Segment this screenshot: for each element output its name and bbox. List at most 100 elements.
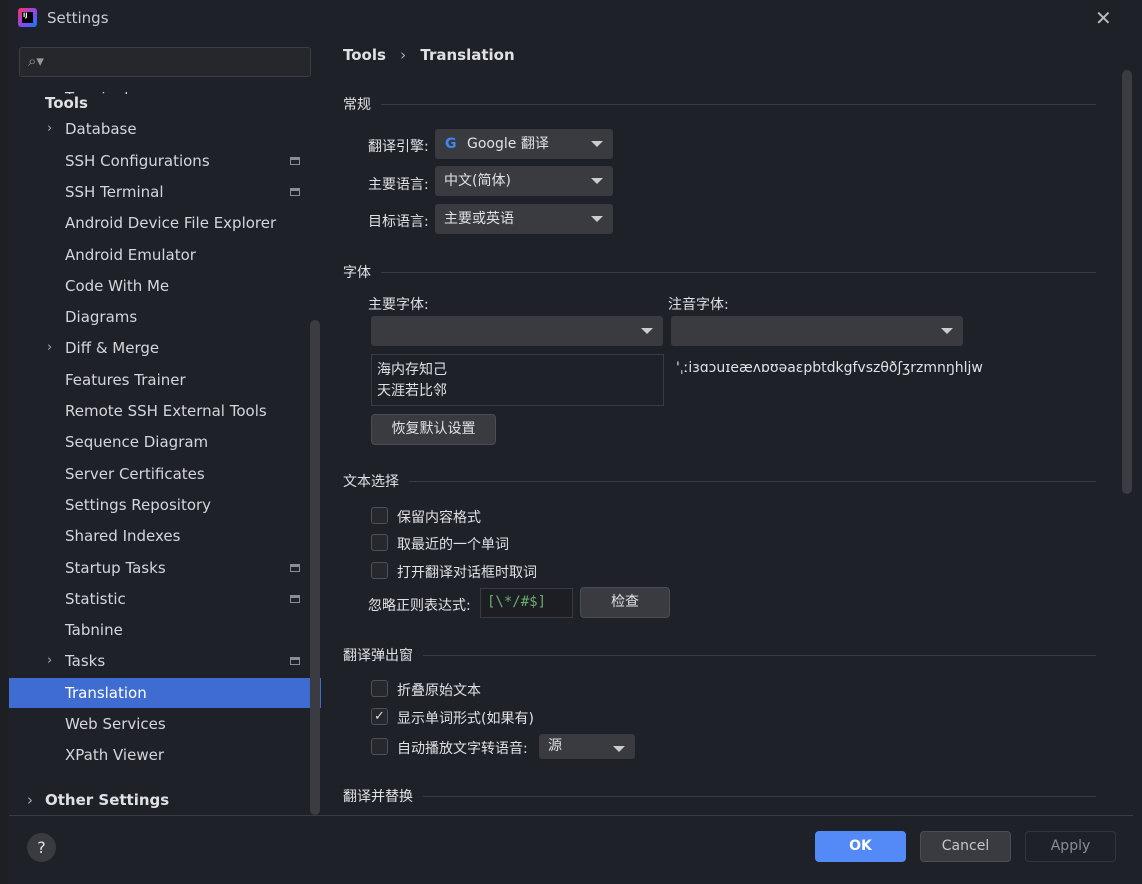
nearest-word-label: 取最近的一个单词 [397,537,509,553]
phonetic-preview: 'ˌːiɜɑɔuɪeæʌɒʊəaɛpbtdkgfvszθðʃʒrzmnŋhljw [676,360,983,376]
preview-line: 海内存知己 [377,362,447,378]
sidebar-item-label: SSH Configurations [65,151,210,170]
sidebar-item-features-trainer[interactable]: Features Trainer [9,365,309,395]
cancel-button[interactable]: Cancel [920,831,1011,862]
sidebar-item-server-certificates[interactable]: Server Certificates [9,459,309,489]
sidebar-item-translation[interactable]: Translation [9,677,321,708]
chevron-right-icon[interactable]: › [47,333,52,363]
autoplay-source-dropdown[interactable]: 源 [539,734,635,759]
sidebar-item-label: Shared Indexes [65,527,181,546]
sidebar-item-settings-repository[interactable]: Settings Repository [9,490,309,520]
primary-font-label: 主要字体: [368,297,429,313]
sidebar-item-label: Android Device File Explorer [65,214,277,233]
sidebar-item-statistic[interactable]: Statistic [9,584,309,614]
sidebar-item-shared-indexes[interactable]: Shared Indexes [9,521,309,551]
primary-font-dropdown[interactable] [371,316,663,346]
sidebar-item-label: XPath Viewer [65,746,164,765]
take-on-open-checkbox[interactable] [371,562,388,579]
sidebar-item-ssh-configurations[interactable]: SSH Configurations [9,146,309,176]
sidebar-item-label: Diagrams [65,308,138,327]
word-forms-label: 显示单词形式(如果有) [397,711,534,727]
sidebar-item-label: Web Services [65,715,166,733]
section-general: 常规 [343,94,1096,114]
ok-button[interactable]: OK [815,831,906,862]
section-font: 字体 [343,262,1096,282]
nearest-word-checkbox[interactable] [371,534,388,551]
settings-search-input[interactable]: ⌕▾ [19,47,311,77]
footer-divider [9,815,1133,816]
phonetic-font-label: 注音字体: [668,297,729,313]
help-button[interactable]: ? [27,833,56,862]
chevron-right-icon[interactable]: › [47,646,52,676]
sidebar-item-label: Sequence Diagram [65,433,209,452]
primary-language-dropdown[interactable]: 中文(简体) [435,166,613,196]
settings-tree: Tools Terminal›DatabaseSSH Configuration… [9,92,321,815]
engine-dropdown[interactable]: G Google 翻译 [435,129,613,159]
sidebar-item-label: Features Trainer [65,370,186,389]
breadcrumb-separator: › [400,46,407,64]
project-level-icon [290,187,300,196]
reset-defaults-button[interactable]: 恢复默认设置 [371,414,496,445]
word-forms-checkbox[interactable]: ✓ [371,708,388,725]
sidebar-scrollbar[interactable] [310,320,320,815]
keep-format-label: 保留内容格式 [397,510,481,526]
autoplay-tts-label: 自动播放文字转语音: [397,741,528,757]
section-translate-replace: 翻译并替换 [343,786,1096,806]
content-scrollbar[interactable] [1122,70,1132,494]
sidebar-item-ssh-terminal[interactable]: SSH Terminal [9,177,309,207]
sidebar-item-database[interactable]: › Database [9,114,309,144]
sidebar-item-label: Diff & Merge [65,339,160,358]
chevron-right-icon: › [27,791,33,809]
sidebar-item-remote-ssh-external-tools[interactable]: Remote SSH External Tools [9,396,309,426]
sidebar-item-other-settings[interactable]: › Other Settings [9,785,309,815]
chevron-right-icon[interactable]: › [47,114,52,144]
sidebar-item-startup-tasks[interactable]: Startup Tasks [9,553,309,583]
sidebar-item-android-emulator[interactable]: Android Emulator [9,240,309,270]
section-text-selection: 文本选择 [343,471,1096,491]
close-icon[interactable]: ✕ [1095,6,1112,30]
project-level-icon [290,563,300,572]
breadcrumb-parent[interactable]: Tools [343,46,386,64]
window-title: Settings [47,9,109,27]
sidebar-item-sequence-diagram[interactable]: Sequence Diagram [9,427,309,457]
sidebar-item-label: Server Certificates [65,464,205,483]
sidebar-item-label: SSH Terminal [65,182,164,201]
sidebar-item-label: Tasks [65,652,106,671]
breadcrumb: Tools › Translation [343,46,515,64]
ignore-regex-input[interactable]: [\*/#$] [480,588,573,618]
engine-label: 翻译引擎: [368,139,429,155]
sidebar-item-code-with-me[interactable]: Code With Me [9,271,309,301]
target-language-dropdown[interactable]: 主要或英语 [435,204,613,234]
apply-button[interactable]: Apply [1025,831,1116,862]
phonetic-font-dropdown[interactable] [671,316,963,346]
breadcrumb-current: Translation [420,46,515,64]
sidebar-item-tabnine[interactable]: Tabnine [9,615,309,645]
fold-original-label: 折叠原始文本 [397,683,481,699]
sidebar-item-android-device-file-explorer[interactable]: Android Device File Explorer [9,208,309,238]
sidebar-item-xpath-viewer[interactable]: XPath Viewer [9,740,309,770]
sidebar-item-label: Tabnine [65,621,123,640]
sidebar-item-label: Database [65,120,137,139]
ignore-regex-label: 忽略正则表达式: [368,598,471,614]
sidebar-item-label: Android Emulator [65,245,196,264]
sidebar-item-label: Remote SSH External Tools [65,402,267,420]
sidebar-item-web-services[interactable]: Web Services [9,709,309,739]
sidebar-item-diff-merge[interactable]: › Diff & Merge [9,333,309,363]
preview-line: 天涯若比邻 [377,383,447,399]
check-button[interactable]: 检查 [580,587,670,618]
take-on-open-label: 打开翻译对话框时取词 [397,565,537,581]
sidebar-item-tasks[interactable]: › Tasks [9,646,309,676]
sidebar-group-tools[interactable]: Tools [45,94,305,112]
fold-original-checkbox[interactable] [371,680,388,697]
project-level-icon [290,657,300,666]
sidebar-item-label: Translation [65,683,147,702]
primary-language-label: 主要语言: [368,177,429,193]
keep-format-checkbox[interactable] [371,507,388,524]
autoplay-tts-checkbox[interactable] [371,738,388,755]
sidebar-item-label: Startup Tasks [65,558,166,577]
project-level-icon [290,156,300,165]
project-level-icon [290,594,300,603]
search-icon: ⌕▾ [28,52,44,70]
sidebar-item-diagrams[interactable]: Diagrams [9,302,309,332]
sidebar-item-label: Settings Repository [65,495,212,514]
